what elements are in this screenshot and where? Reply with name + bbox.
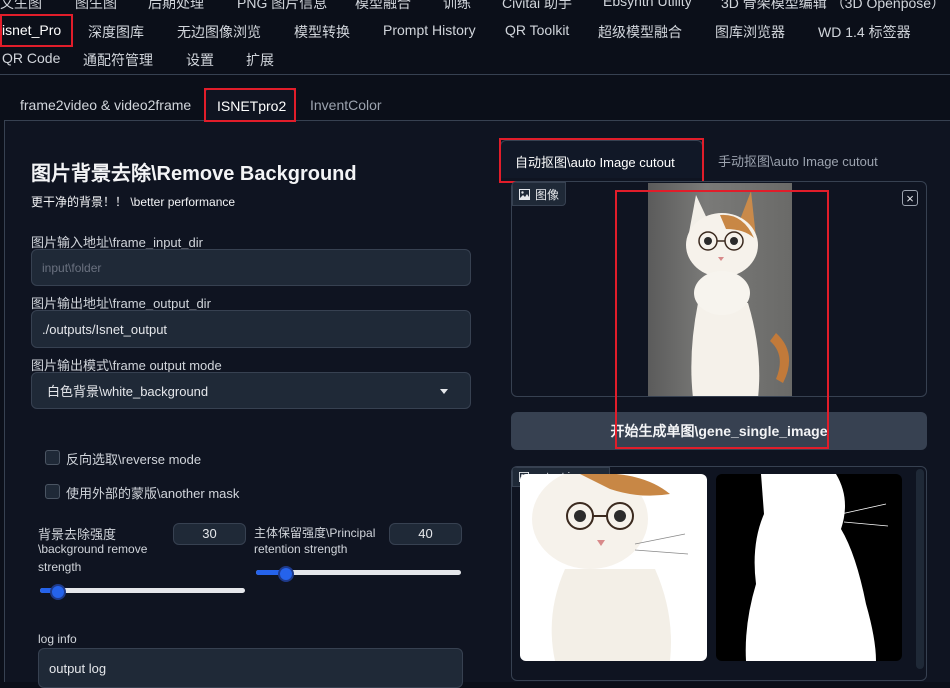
image-label-text: 图像 <box>535 187 560 202</box>
nav-tab-qr-code[interactable]: QR Code <box>2 50 60 66</box>
section-subtitle: 更干净的背景！！ \better performance <box>31 195 236 209</box>
output-dir-field[interactable]: ./outputs/Isnet_output <box>31 310 471 348</box>
nav-tab-extras[interactable]: 后期处理 <box>148 0 204 13</box>
cat-photo <box>648 183 792 396</box>
tab-auto-cutout[interactable]: 自动抠图\auto Image cutout <box>500 140 703 178</box>
log-output-field[interactable]: output log <box>38 648 463 688</box>
nav-tab-wd14-tagger[interactable]: WD 1.4 标签器 <box>818 22 911 42</box>
chevron-down-icon <box>440 389 448 394</box>
reverse-mode-checkbox[interactable] <box>45 450 60 465</box>
nav-tab-depth-library[interactable]: 深度图库 <box>88 22 144 42</box>
principal-number[interactable]: 40 <box>389 523 462 545</box>
principal-label-line2: retention strength <box>254 542 348 556</box>
image-icon <box>519 188 530 200</box>
nav-tab-model-convert[interactable]: 模型转换 <box>294 22 350 42</box>
nav-tab-qr-toolkit[interactable]: QR Toolkit <box>505 22 569 38</box>
nav-tab-wildcards[interactable]: 通配符管理 <box>83 50 153 70</box>
nav-tab-civitai[interactable]: Civitai 助手 <box>502 0 572 13</box>
nav-tab-img2img[interactable]: 图生图 <box>75 0 117 13</box>
nav-tab-ebsynth[interactable]: Ebsynth Utility <box>603 0 692 9</box>
nav-tab-extensions[interactable]: 扩展 <box>246 50 274 70</box>
cat-cutout-illustration <box>532 474 689 661</box>
input-dir-field[interactable]: input\folder <box>31 249 471 286</box>
subtab-isnetpro2-label: ISNETpro2 <box>217 98 287 114</box>
nav-tab-prompt-history[interactable]: Prompt History <box>383 22 476 38</box>
nav-tab-gallery-browser[interactable]: 图库浏览器 <box>715 22 785 42</box>
nav-tab-txt2img[interactable]: 文生图 <box>0 0 42 13</box>
nav-tab-infinite-browser[interactable]: 无边图像浏览 <box>177 22 261 42</box>
gallery-scrollbar[interactable] <box>916 469 924 669</box>
generate-single-image-button[interactable]: 开始生成单图\gene_single_image <box>511 412 927 450</box>
bg-strength-number[interactable]: 30 <box>173 523 246 545</box>
cat-illustration <box>686 191 790 396</box>
output-mode-dropdown[interactable]: 白色背景\white_background <box>31 372 471 409</box>
nav-tab-isnet-pro[interactable]: isnet_Pro <box>2 22 61 38</box>
output-mode-value: 白色背景\white_background <box>47 384 209 399</box>
output-image-cutout[interactable] <box>520 474 707 661</box>
tab-manual-cutout[interactable]: 手动抠图\auto Image cutout <box>718 151 878 170</box>
another-mask-checkbox[interactable] <box>45 484 60 499</box>
reverse-mode-label: 反向选取\reverse mode <box>66 452 202 467</box>
subtab-isnetpro2-active[interactable]: ISNETpro2 <box>204 88 296 121</box>
bg-strength-label-line1: 背景去除强度 <box>38 527 117 542</box>
nav-tab-openpose[interactable]: 3D 骨架模型编辑 （3D Openpose） <box>721 0 945 13</box>
bg-strength-track[interactable] <box>40 588 245 593</box>
image-input-box[interactable]: 图像 × <box>511 181 927 397</box>
bg-strength-slider-handle[interactable] <box>50 584 66 600</box>
tab-auto-cutout-label: 自动抠图\auto Image cutout <box>515 155 675 170</box>
subtab-frame2video[interactable]: frame2video & video2frame <box>20 97 191 113</box>
log-info-label: log info <box>38 632 77 646</box>
close-icon[interactable]: × <box>902 190 918 206</box>
bg-strength-label-line2: \background remove <box>38 542 148 556</box>
nav-tab-png-info[interactable]: PNG 图片信息 <box>237 0 327 13</box>
nav-tab-settings[interactable]: 设置 <box>186 50 214 70</box>
subtab-inventcolor[interactable]: InventColor <box>310 97 382 113</box>
section-title: 图片背景去除\Remove Background <box>31 163 357 185</box>
nav-tab-train[interactable]: 训练 <box>443 0 471 13</box>
principal-label-line1: 主体保留强度\Principal <box>254 526 376 540</box>
output-image-mask[interactable] <box>716 474 902 661</box>
generate-button-label: 开始生成单图\gene_single_image <box>610 423 828 439</box>
mask-illustration <box>745 474 889 661</box>
another-mask-label: 使用外部的蒙版\another mask <box>66 486 240 501</box>
output-images-gallery: output images <box>511 466 927 681</box>
image-label-chip: 图像 <box>512 182 567 206</box>
nav-tab-super-merge[interactable]: 超级模型融合 <box>598 22 682 42</box>
principal-slider-handle[interactable] <box>278 566 294 582</box>
bg-strength-label-line3: strength <box>38 560 82 574</box>
top-navigation: 文生图 图生图 后期处理 PNG 图片信息 模型融合 训练 Civitai 助手… <box>0 0 950 75</box>
nav-tab-merge[interactable]: 模型融合 <box>355 0 411 13</box>
